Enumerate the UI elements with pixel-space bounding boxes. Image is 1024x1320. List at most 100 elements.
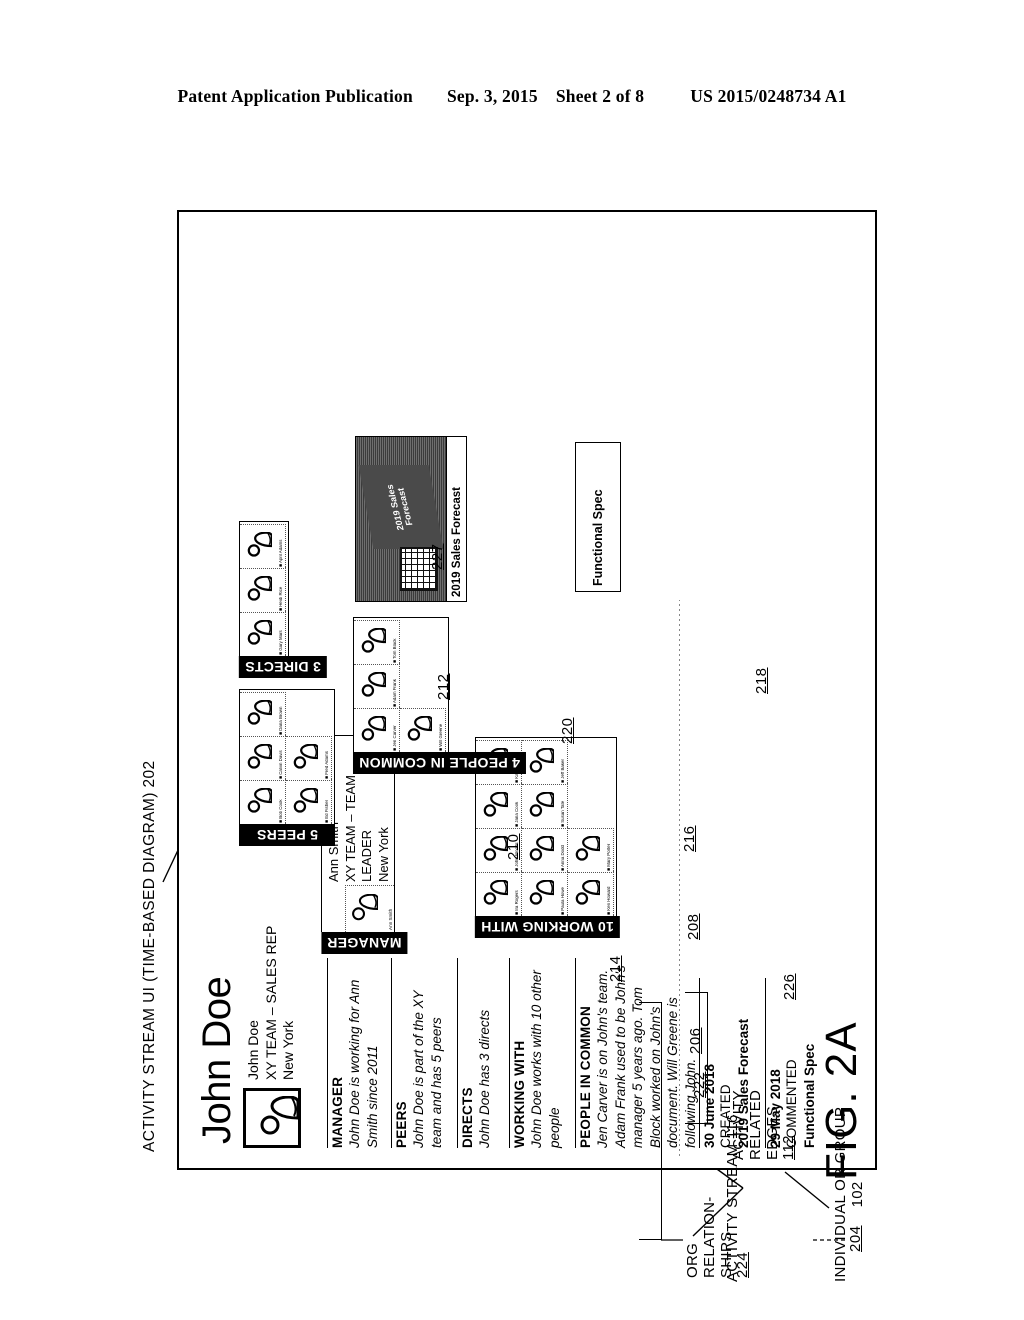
person-icon	[293, 744, 318, 770]
callout-org-relationships-l3: SHIPS	[717, 1231, 735, 1278]
document-preview-image: 2019 Sales Forecast	[356, 436, 446, 601]
person-cell[interactable]: ■ Bob Cook	[240, 780, 286, 824]
card-directs[interactable]: 3 DIRECTS ■ Gary Mars ■ Heidi Rice ■ April…	[239, 521, 327, 678]
card-bar-working-with: 10 WORKING WITH	[475, 916, 620, 938]
bracket-org-relationships	[639, 1002, 662, 1240]
person-cell[interactable]: ■ Jeff Baker	[522, 740, 568, 784]
callout-activity-edges-l1: ACTIVITY	[730, 1090, 747, 1160]
person-cell[interactable]: ■ Jana Cook	[476, 784, 522, 828]
person-icon	[247, 576, 272, 602]
person-cell[interactable]: ■ Adam Frank	[354, 664, 400, 708]
person-cell[interactable]: ■ Heidi Rice	[240, 568, 286, 612]
person-icon	[575, 836, 600, 862]
person-cell[interactable]: ■ April Adams	[240, 524, 286, 568]
manager-avatar-name: Ann Smith	[388, 908, 393, 930]
person-icon	[483, 792, 508, 818]
relationship-row-manager: MANAGER John Doe is working for Ann Smit…	[327, 958, 381, 1148]
person-icon	[260, 1096, 298, 1135]
person-name: ■ Gary Mars	[279, 630, 284, 655]
card-body-peers: ■ Bob Cook ■ Calvin Davis ■ Dana Brown ■ Ed…	[239, 689, 335, 824]
callout-org-relationships-l1: ORG	[684, 1242, 701, 1278]
person-name: ■ Mary Porter	[607, 843, 612, 871]
person-cell[interactable]: ■ Jen Carver	[354, 708, 400, 752]
card-bar-directs: 3 DIRECTS	[239, 656, 327, 678]
person-icon	[483, 880, 508, 906]
relationship-row-people-in-common: PEOPLE IN COMMON Jen Carver is on John's…	[575, 958, 699, 1148]
profile-meta: John Doe XY TEAM – SALES REP New York	[243, 926, 298, 1080]
section-divider	[679, 600, 680, 1156]
document-sheet-text: 2019 Sales Forecast	[384, 484, 415, 531]
person-icon	[529, 748, 554, 774]
card-peers[interactable]: 5 PEERS ■ Bob Cook ■ Calvin Davis ■ Dana B…	[239, 689, 335, 846]
relationship-label-working-with: WORKING WITH	[509, 958, 527, 1148]
document-thumbnail-sales-forecast[interactable]: 2019 Sales Forecast 2019 Sales Forecast	[355, 436, 467, 602]
person-cell[interactable]: ■ Anna Dodd	[522, 828, 568, 872]
person-cell[interactable]: ■ Tom Black	[354, 620, 400, 664]
person-name: ■ Jen Carver	[393, 725, 398, 751]
relationship-label-people-in-common: PEOPLE IN COMMON	[575, 958, 593, 1148]
person-icon	[247, 788, 272, 814]
person-cell[interactable]: ■ Gary Mars	[240, 612, 286, 656]
person-cell[interactable]: ■ Ira Rogers	[476, 872, 522, 916]
person-icon	[247, 700, 272, 726]
ref-214: 214	[607, 955, 624, 982]
person-name: ■ Jana Cook	[515, 801, 520, 827]
person-cell[interactable]: ■ Paula Howe	[522, 872, 568, 916]
person-cell[interactable]: ■ Calvin Davis	[240, 736, 286, 780]
relationship-desc-working-with: John Doe works with 10 other people	[529, 970, 562, 1148]
person-cell[interactable]: ■ Ed Fisher	[286, 780, 332, 824]
relationship-row-peers: PEERS John Doe is part of the XY team an…	[391, 958, 445, 1148]
relationship-row-working-with: WORKING WITH John Doe works with 10 othe…	[509, 958, 563, 1148]
person-icon	[361, 716, 386, 742]
page-title: John Doe	[195, 976, 239, 1144]
person-name: ■ Ed Fisher	[325, 799, 330, 823]
person-name: ■ Heidi Rice	[279, 586, 284, 611]
publication-header: Patent Application Publication Sep. 3, 2…	[0, 86, 1024, 107]
person-name: ■ Anna Dodd	[561, 845, 566, 871]
document-card-functional-spec[interactable]: Functional Spec	[575, 442, 621, 592]
person-icon	[361, 628, 386, 654]
callout-activity-edges-l3: EDGES	[763, 1105, 781, 1160]
document-sheet: 2019 Sales Forecast	[358, 465, 444, 549]
person-name: ■ Tom Black	[393, 638, 398, 663]
figure-label: FIG. 2A	[817, 1021, 866, 1180]
sheet-number: Sheet 2 of 8	[555, 86, 645, 106]
functional-spec-caption: Functional Spec	[591, 489, 605, 586]
relationship-label-peers: PEERS	[391, 958, 409, 1148]
person-icon	[247, 620, 272, 646]
manager-avatar-cell[interactable]: Ann Smith	[345, 885, 394, 932]
person-cell[interactable]: ■ Mary Porter	[568, 828, 614, 872]
person-name: ■ Fred Adams	[325, 751, 330, 779]
person-icon	[352, 894, 378, 921]
card-bar-people-in-common: 4 PEOPLE IN COMMON	[353, 752, 526, 774]
ref-216: 216	[681, 825, 698, 852]
relationship-desc-peers: John Doe is part of the XY team and has …	[411, 990, 444, 1148]
avatar[interactable]	[243, 1088, 301, 1148]
person-name: ■ Bob Cook	[279, 799, 284, 823]
person-cell[interactable]: ■ Ken Howard	[568, 872, 614, 916]
callout-org-relationships: ORG RELATION- SHIPS 224	[684, 1196, 752, 1278]
profile-meta-line3: New York	[280, 1020, 296, 1080]
person-name: ■ Dana Brown	[279, 706, 284, 735]
person-icon	[293, 788, 318, 814]
ref-226: 226	[781, 973, 798, 1000]
person-icon	[407, 716, 432, 742]
person-icon	[529, 792, 554, 818]
relationship-label-directs: DIRECTS	[457, 958, 475, 1148]
relationship-desc-directs: John Doe has 3 directs	[477, 1009, 492, 1148]
person-cell[interactable]: ■ Fred Adams	[286, 736, 332, 780]
profile-header: John Doe John Doe XY TEAM – SALES REP Ne…	[195, 818, 301, 1148]
card-bar-manager: MANAGER	[321, 932, 408, 954]
person-cell[interactable]: ■ Will Greene	[400, 708, 446, 752]
ref-220: 220	[559, 717, 576, 744]
person-cell[interactable]: ■ Susan Tate	[522, 784, 568, 828]
ref-212: 212	[435, 673, 452, 700]
relationship-desc-manager: John Doe is working for Ann Smith since …	[347, 979, 380, 1148]
person-name: ■ Paula Howe	[561, 887, 566, 915]
ref-227: 227	[429, 543, 446, 570]
person-icon	[529, 836, 554, 862]
publication-number: US 2015/0248734 A1	[690, 86, 847, 106]
person-cell[interactable]: ■ Dana Brown	[240, 692, 286, 736]
person-name: ■ April Adams	[279, 539, 284, 567]
callout-activity-related-edges: ACTIVITY RELATED EDGES 112	[730, 1090, 798, 1160]
